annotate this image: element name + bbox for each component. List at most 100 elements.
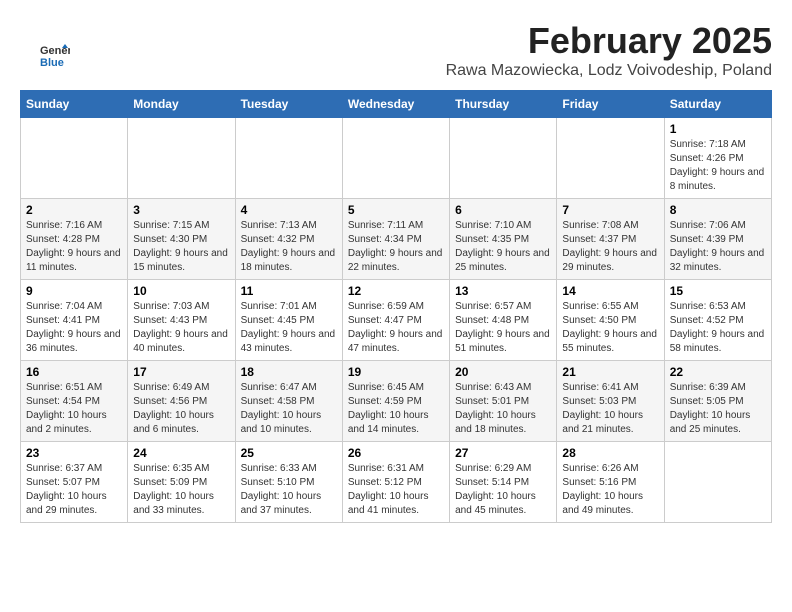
calendar-cell: 4 Sunrise: 7:13 AMSunset: 4:32 PMDaylight… [235, 199, 342, 280]
calendar-cell: 13 Sunrise: 6:57 AMSunset: 4:48 PMDayligh… [450, 280, 557, 361]
day-info: Sunrise: 6:43 AMSunset: 5:01 PMDaylight:… [455, 381, 551, 437]
day-number: 6 [455, 203, 551, 217]
weekday-header-friday: Friday [557, 91, 664, 118]
calendar-cell: 2Sunrise: 7:16 AMSunset: 4:28 PMDaylight… [21, 199, 128, 280]
day-info: Sunrise: 6:29 AMSunset: 5:14 PMDaylight:… [455, 462, 551, 518]
day-number: 19 [348, 365, 444, 379]
day-info: Sunrise: 7:13 AMSunset: 4:32 PMDaylight:… [241, 219, 337, 275]
day-info: Sunrise: 6:59 AMSunset: 4:47 PMDaylight:… [348, 300, 444, 356]
day-info: Sunrise: 7:11 AMSunset: 4:34 PMDaylight:… [348, 219, 444, 275]
day-info: Sunrise: 6:55 AMSunset: 4:50 PMDaylight:… [562, 300, 658, 356]
day-info: Sunrise: 6:37 AMSunset: 5:07 PMDaylight:… [26, 462, 122, 518]
day-number: 1 [670, 122, 766, 136]
day-number: 26 [348, 446, 444, 460]
day-number: 14 [562, 284, 658, 298]
day-info: Sunrise: 6:47 AMSunset: 4:58 PMDaylight:… [241, 381, 337, 437]
weekday-header-wednesday: Wednesday [342, 91, 449, 118]
day-number: 15 [670, 284, 766, 298]
day-number: 25 [241, 446, 337, 460]
day-number: 2 [26, 203, 122, 217]
calendar-cell [342, 118, 449, 199]
calendar-cell: 15 Sunrise: 6:53 AMSunset: 4:52 PMDayligh… [664, 280, 771, 361]
day-number: 18 [241, 365, 337, 379]
svg-text:Blue: Blue [40, 57, 64, 69]
day-number: 20 [455, 365, 551, 379]
day-number: 4 [241, 203, 337, 217]
calendar-cell: 11 Sunrise: 7:01 AMSunset: 4:45 PMDayligh… [235, 280, 342, 361]
day-info: Sunrise: 6:31 AMSunset: 5:12 PMDaylight:… [348, 462, 444, 518]
calendar-cell: 8 Sunrise: 7:06 AMSunset: 4:39 PMDaylight… [664, 199, 771, 280]
calendar-cell: 14 Sunrise: 6:55 AMSunset: 4:50 PMDayligh… [557, 280, 664, 361]
day-info: Sunrise: 7:04 AMSunset: 4:41 PMDaylight:… [26, 300, 122, 356]
day-info: Sunrise: 6:33 AMSunset: 5:10 PMDaylight:… [241, 462, 337, 518]
day-number: 16 [26, 365, 122, 379]
month-title: February 2025 [20, 20, 772, 62]
day-number: 13 [455, 284, 551, 298]
day-number: 17 [133, 365, 229, 379]
calendar-cell: 20 Sunrise: 6:43 AMSunset: 5:01 PMDayligh… [450, 361, 557, 442]
calendar-cell: 1 Sunrise: 7:18 AMSunset: 4:26 PMDaylight… [664, 118, 771, 199]
weekday-header-saturday: Saturday [664, 91, 771, 118]
calendar-cell: 23 Sunrise: 6:37 AMSunset: 5:07 PMDayligh… [21, 442, 128, 523]
day-info: Sunrise: 7:18 AMSunset: 4:26 PMDaylight:… [670, 138, 766, 194]
day-info: Sunrise: 6:57 AMSunset: 4:48 PMDaylight:… [455, 300, 551, 356]
day-info: Sunrise: 7:10 AMSunset: 4:35 PMDaylight:… [455, 219, 551, 275]
day-info: Sunrise: 6:35 AMSunset: 5:09 PMDaylight:… [133, 462, 229, 518]
day-number: 12 [348, 284, 444, 298]
calendar-cell: 9 Sunrise: 7:04 AMSunset: 4:41 PMDaylight… [21, 280, 128, 361]
calendar-cell: 19 Sunrise: 6:45 AMSunset: 4:59 PMDayligh… [342, 361, 449, 442]
day-info: Sunrise: 6:41 AMSunset: 5:03 PMDaylight:… [562, 381, 658, 437]
day-number: 9 [26, 284, 122, 298]
calendar-cell: 25 Sunrise: 6:33 AMSunset: 5:10 PMDayligh… [235, 442, 342, 523]
calendar-cell [664, 442, 771, 523]
calendar-cell: 10 Sunrise: 7:03 AMSunset: 4:43 PMDayligh… [128, 280, 235, 361]
day-number: 11 [241, 284, 337, 298]
calendar-cell [21, 118, 128, 199]
calendar-cell: 7 Sunrise: 7:08 AMSunset: 4:37 PMDaylight… [557, 199, 664, 280]
day-info: Sunrise: 7:15 AMSunset: 4:30 PMDaylight:… [133, 219, 229, 275]
logo: General Blue [40, 40, 74, 70]
day-info: Sunrise: 6:45 AMSunset: 4:59 PMDaylight:… [348, 381, 444, 437]
day-number: 23 [26, 446, 122, 460]
calendar-cell: 21 Sunrise: 6:41 AMSunset: 5:03 PMDayligh… [557, 361, 664, 442]
day-info: Sunrise: 7:08 AMSunset: 4:37 PMDaylight:… [562, 219, 658, 275]
calendar-cell: 3 Sunrise: 7:15 AMSunset: 4:30 PMDaylight… [128, 199, 235, 280]
calendar-cell: 22 Sunrise: 6:39 AMSunset: 5:05 PMDayligh… [664, 361, 771, 442]
calendar-table: SundayMondayTuesdayWednesdayThursdayFrid… [20, 90, 772, 523]
weekday-header-tuesday: Tuesday [235, 91, 342, 118]
calendar-cell [235, 118, 342, 199]
day-number: 8 [670, 203, 766, 217]
day-info: Sunrise: 6:53 AMSunset: 4:52 PMDaylight:… [670, 300, 766, 356]
day-info: Sunrise: 7:03 AMSunset: 4:43 PMDaylight:… [133, 300, 229, 356]
calendar-cell: 17 Sunrise: 6:49 AMSunset: 4:56 PMDayligh… [128, 361, 235, 442]
day-info: Sunrise: 6:26 AMSunset: 5:16 PMDaylight:… [562, 462, 658, 518]
calendar-cell: 16 Sunrise: 6:51 AMSunset: 4:54 PMDayligh… [21, 361, 128, 442]
day-number: 24 [133, 446, 229, 460]
day-number: 21 [562, 365, 658, 379]
calendar-cell [557, 118, 664, 199]
calendar-cell: 5 Sunrise: 7:11 AMSunset: 4:34 PMDaylight… [342, 199, 449, 280]
calendar-cell: 28 Sunrise: 6:26 AMSunset: 5:16 PMDayligh… [557, 442, 664, 523]
header: February 2025 Rawa Mazowiecka, Lodz Voiv… [20, 20, 772, 80]
calendar-cell: 12 Sunrise: 6:59 AMSunset: 4:47 PMDayligh… [342, 280, 449, 361]
day-info: Sunrise: 6:51 AMSunset: 4:54 PMDaylight:… [26, 381, 122, 437]
calendar-cell: 27 Sunrise: 6:29 AMSunset: 5:14 PMDayligh… [450, 442, 557, 523]
weekday-header-monday: Monday [128, 91, 235, 118]
day-number: 7 [562, 203, 658, 217]
day-number: 5 [348, 203, 444, 217]
location-title: Rawa Mazowiecka, Lodz Voivodeship, Polan… [20, 62, 772, 80]
weekday-header-sunday: Sunday [21, 91, 128, 118]
weekday-header-thursday: Thursday [450, 91, 557, 118]
day-info: Sunrise: 7:06 AMSunset: 4:39 PMDaylight:… [670, 219, 766, 275]
day-number: 22 [670, 365, 766, 379]
day-number: 10 [133, 284, 229, 298]
calendar-cell [450, 118, 557, 199]
day-number: 3 [133, 203, 229, 217]
day-info: Sunrise: 7:01 AMSunset: 4:45 PMDaylight:… [241, 300, 337, 356]
calendar-cell: 24 Sunrise: 6:35 AMSunset: 5:09 PMDayligh… [128, 442, 235, 523]
day-info: Sunrise: 6:49 AMSunset: 4:56 PMDaylight:… [133, 381, 229, 437]
day-number: 27 [455, 446, 551, 460]
calendar-cell [128, 118, 235, 199]
day-info: Sunrise: 6:39 AMSunset: 5:05 PMDaylight:… [670, 381, 766, 437]
day-number: 28 [562, 446, 658, 460]
